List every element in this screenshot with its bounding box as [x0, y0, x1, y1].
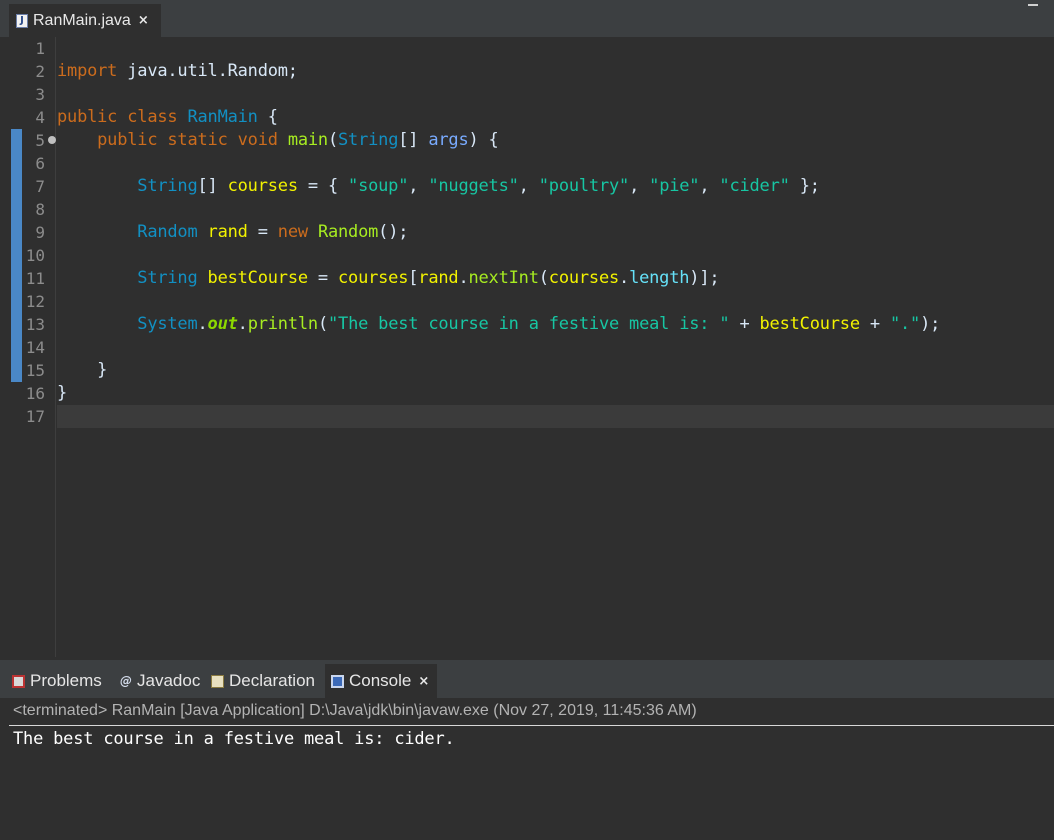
- editor-tab-label: RanMain.java: [33, 11, 131, 29]
- editor-tab-bar: J RanMain.java ×: [0, 0, 1054, 37]
- tab-javadoc-label: Javadoc: [137, 671, 201, 690]
- tab-problems[interactable]: Problems: [12, 664, 102, 698]
- declaration-icon: [211, 674, 224, 688]
- code-line-15: }: [57, 360, 108, 380]
- line-numbers: 1 2 3 4 5 6 7 8 9 10 11 12 13 14 15 16 1…: [9, 37, 56, 428]
- fold-icon[interactable]: [48, 136, 56, 144]
- line-number: 1: [35, 39, 45, 58]
- console-panel[interactable]: <terminated> RanMain [Java Application] …: [9, 698, 1054, 840]
- console-icon: [331, 674, 344, 688]
- line-number: 9: [35, 223, 45, 242]
- code-editor[interactable]: 1 2 3 4 5 6 7 8 9 10 11 12 13 14 15 16 1…: [9, 37, 1054, 657]
- code-area[interactable]: import java.util.Random; public class Ra…: [57, 37, 1054, 428]
- view-tab-bar: Problems @ Javadoc Declaration Console ×: [0, 660, 1054, 698]
- code-line-2: import java.util.Random;: [57, 61, 298, 81]
- line-number-gutter: 1 2 3 4 5 6 7 8 9 10 11 12 13 14 15 16 1…: [9, 37, 56, 657]
- line-number: 2: [35, 62, 45, 81]
- code-line-7: String[] courses = { "soup", "nuggets", …: [137, 176, 820, 196]
- code-line-16: }: [57, 383, 68, 403]
- console-output[interactable]: The best course in a festive meal is: ci…: [13, 728, 455, 750]
- problems-icon: [12, 674, 25, 688]
- java-file-icon: J: [16, 13, 28, 28]
- line-number: 7: [35, 177, 45, 196]
- close-icon[interactable]: ×: [138, 13, 149, 28]
- line-number: 16: [25, 384, 45, 403]
- code-line-5: public static void main(String[] args) {: [97, 130, 499, 150]
- line-number: 3: [35, 85, 45, 104]
- editor-tab-ranmain[interactable]: J RanMain.java ×: [9, 4, 161, 37]
- line-number: 17: [25, 407, 45, 426]
- line-number: 4: [35, 108, 45, 127]
- close-icon[interactable]: ×: [418, 674, 429, 689]
- line-number: 5: [9, 129, 56, 152]
- code-line-13: System.out.println("The best course in a…: [137, 314, 941, 334]
- tab-console-label: Console: [349, 671, 412, 690]
- tab-javadoc[interactable]: @ Javadoc: [120, 664, 200, 698]
- code-line-11: String bestCourse = courses[rand.nextInt…: [137, 268, 720, 288]
- tab-declaration-label: Declaration: [229, 671, 315, 690]
- tab-problems-label: Problems: [30, 671, 102, 690]
- line-number: 14: [25, 338, 45, 357]
- code-line-9: Random rand = new Random();: [137, 222, 409, 242]
- line-number: 12: [25, 292, 45, 311]
- line-number: 8: [35, 200, 45, 219]
- minimize-icon[interactable]: [1028, 4, 1038, 6]
- code-line-17-current: [57, 405, 1054, 428]
- line-number: 10: [25, 246, 45, 265]
- line-number: 11: [25, 269, 45, 288]
- line-number: 15: [25, 361, 45, 380]
- javadoc-icon: @: [120, 674, 132, 688]
- tab-console[interactable]: Console ×: [325, 664, 438, 698]
- console-divider: [9, 725, 1054, 726]
- line-number: 13: [25, 315, 45, 334]
- line-number: 6: [35, 154, 45, 173]
- tab-declaration[interactable]: Declaration: [211, 664, 315, 698]
- code-line-4: public class RanMain {: [57, 107, 278, 127]
- console-status-line: <terminated> RanMain [Java Application] …: [13, 702, 697, 719]
